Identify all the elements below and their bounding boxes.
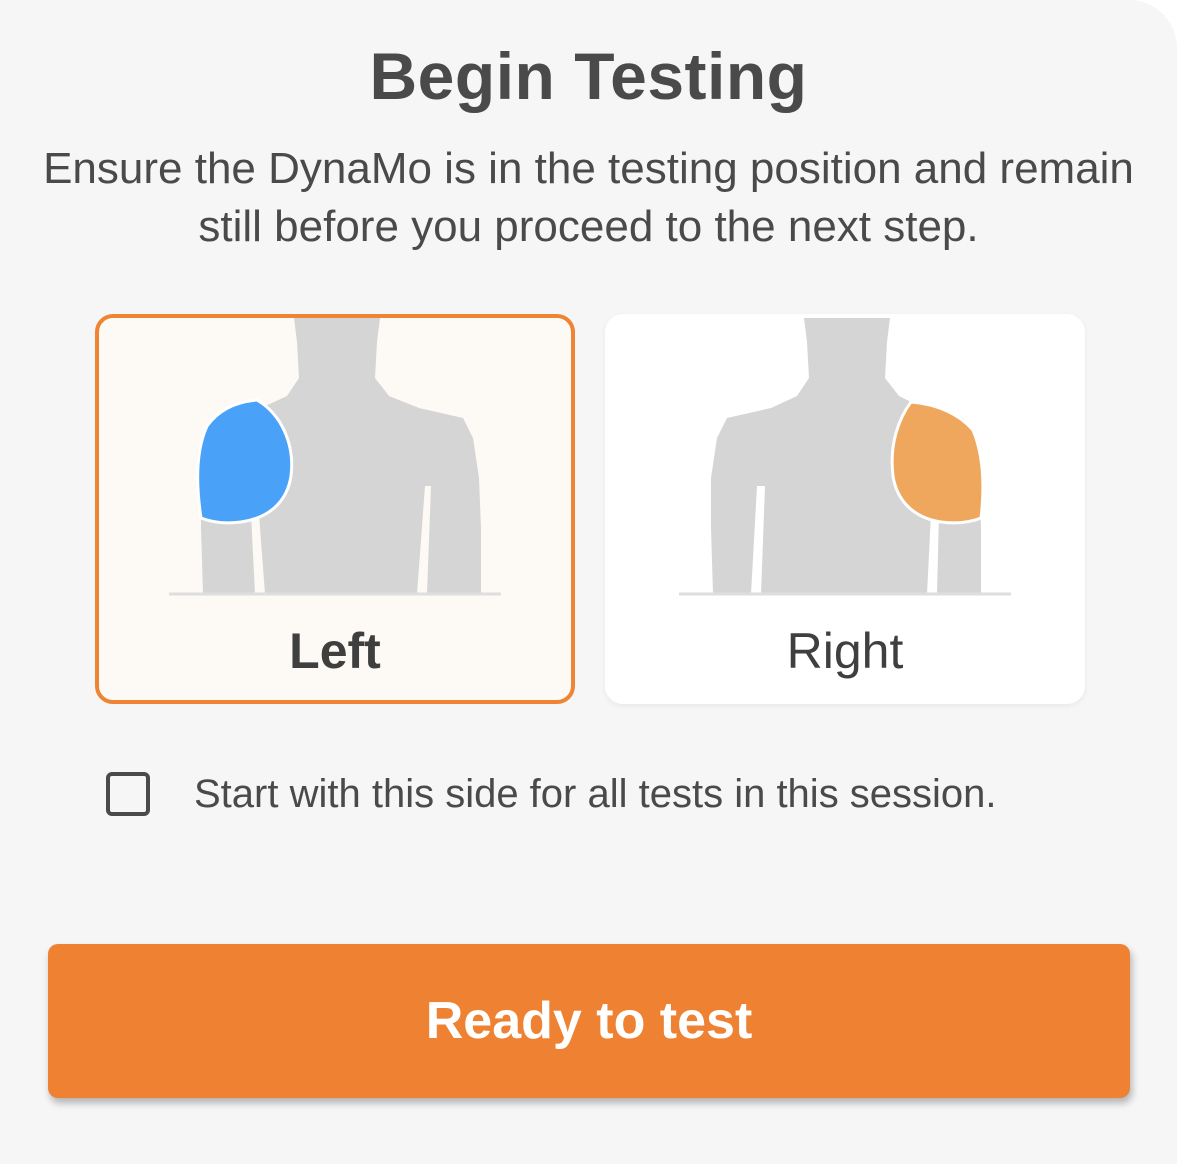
- same-side-option[interactable]: Start with this side for all tests in th…: [106, 768, 997, 820]
- page-title: Begin Testing: [369, 39, 808, 113]
- side-card-right[interactable]: Right: [605, 314, 1085, 704]
- ready-to-test-button[interactable]: Ready to test: [48, 944, 1130, 1098]
- instructions-text: Ensure the DynaMo is in the testing posi…: [43, 144, 1134, 251]
- same-side-checkbox[interactable]: [106, 772, 150, 816]
- same-side-label: Start with this side for all tests in th…: [194, 771, 997, 816]
- side-label-right: Right: [786, 623, 904, 679]
- side-label-left: Left: [289, 623, 381, 679]
- begin-testing-sheet: Begin Testing Ensure the DynaMo is in th…: [0, 0, 1177, 1164]
- ready-to-test-label: Ready to test: [425, 992, 753, 1050]
- side-card-left[interactable]: Left: [95, 314, 575, 704]
